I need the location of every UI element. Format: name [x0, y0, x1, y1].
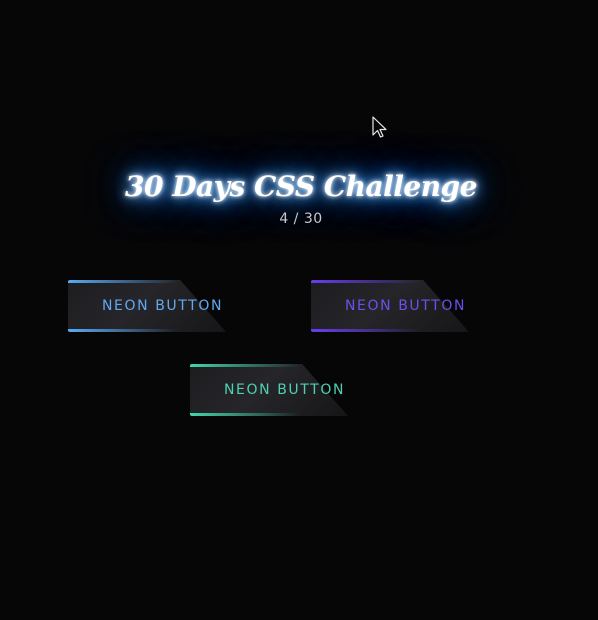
- neon-button-blue[interactable]: NEON BUTTON: [68, 280, 226, 332]
- button-label: NEON BUTTON: [101, 298, 224, 314]
- page-title: 30 Days CSS Challenge: [125, 170, 477, 203]
- button-label: NEON BUTTON: [344, 298, 467, 314]
- mouse-pointer-icon: [372, 116, 387, 138]
- button-label: NEON BUTTON: [223, 382, 346, 398]
- page: 30 Days CSS Challenge 4 / 30 NEON BUTTON…: [0, 0, 598, 620]
- challenge-progress: 4 / 30: [279, 211, 323, 227]
- neon-button-purple[interactable]: NEON BUTTON: [311, 280, 469, 332]
- neon-button-green[interactable]: NEON BUTTON: [190, 364, 348, 416]
